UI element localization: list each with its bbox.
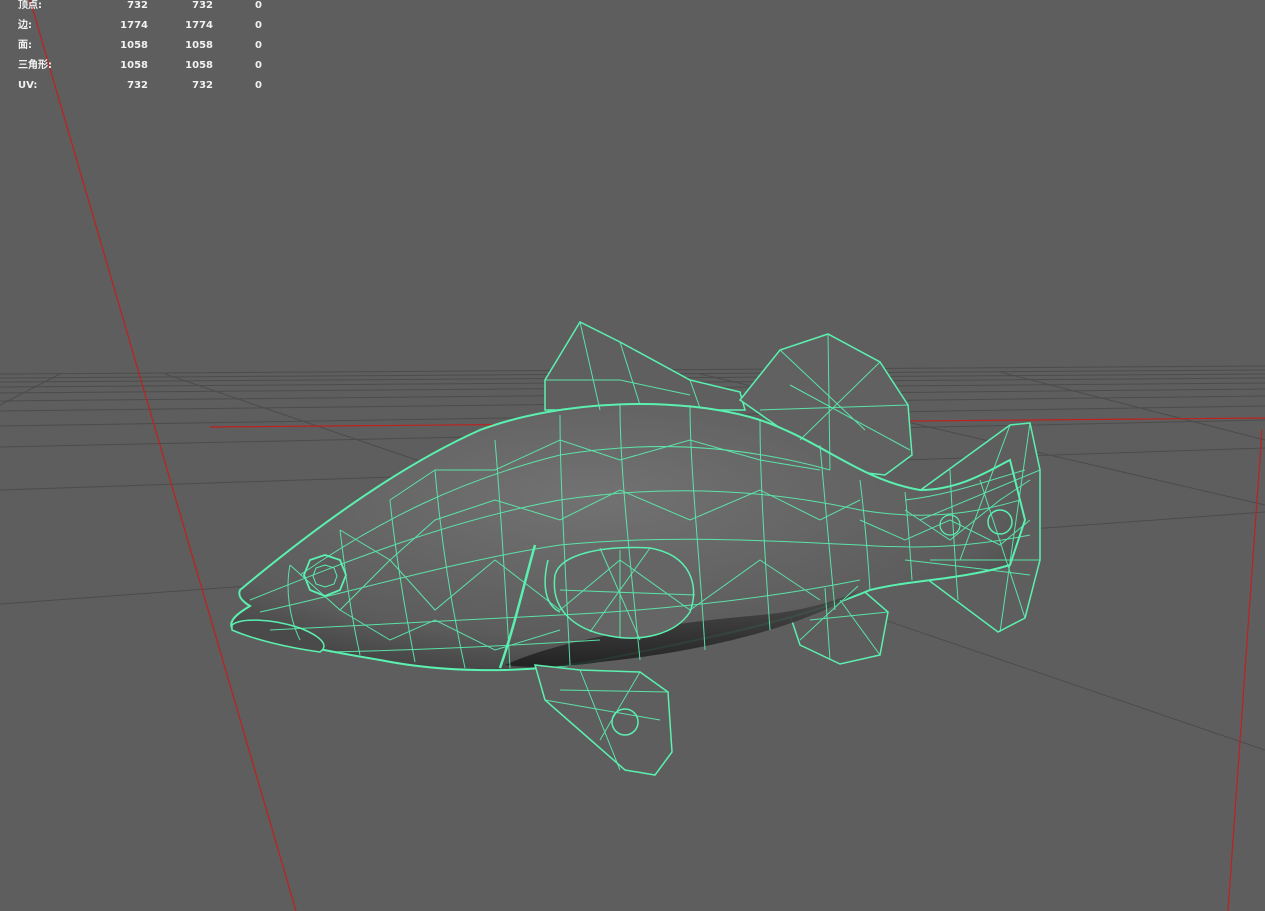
hud-row-uvs: UV: 732 732 0 [18, 80, 278, 100]
hud-value: 0 [255, 20, 262, 31]
hud-label: 三角形: [18, 60, 52, 71]
hud-value: 1058 [120, 60, 148, 71]
hud-value: 1058 [185, 40, 213, 51]
hud-row-faces: 面: 1058 1058 0 [18, 40, 278, 60]
hud-value: 732 [127, 0, 148, 11]
hud-value: 1058 [120, 40, 148, 51]
hud-label: 顶点: [18, 0, 42, 11]
hud-value: 732 [127, 80, 148, 91]
hud-label: UV: [18, 80, 38, 91]
hud-label: 面: [18, 40, 32, 51]
hud-value: 1058 [185, 60, 213, 71]
hud-value: 1774 [120, 20, 148, 31]
hud-value: 0 [255, 80, 262, 91]
viewport-scene [0, 0, 1265, 911]
poly-count-hud: 顶点: 732 732 0 边: 1774 1774 0 面: 1058 105… [18, 0, 278, 100]
hud-value: 0 [255, 0, 262, 11]
hud-value: 732 [192, 80, 213, 91]
hud-label: 边: [18, 20, 32, 31]
hud-value: 0 [255, 40, 262, 51]
hud-row-triangles: 三角形: 1058 1058 0 [18, 60, 278, 80]
hud-value: 732 [192, 0, 213, 11]
hud-value: 1774 [185, 20, 213, 31]
hud-value: 0 [255, 60, 262, 71]
hud-row-vertices: 顶点: 732 732 0 [18, 0, 278, 20]
3d-viewport[interactable]: 顶点: 732 732 0 边: 1774 1774 0 面: 1058 105… [0, 0, 1265, 911]
hud-row-edges: 边: 1774 1774 0 [18, 20, 278, 40]
